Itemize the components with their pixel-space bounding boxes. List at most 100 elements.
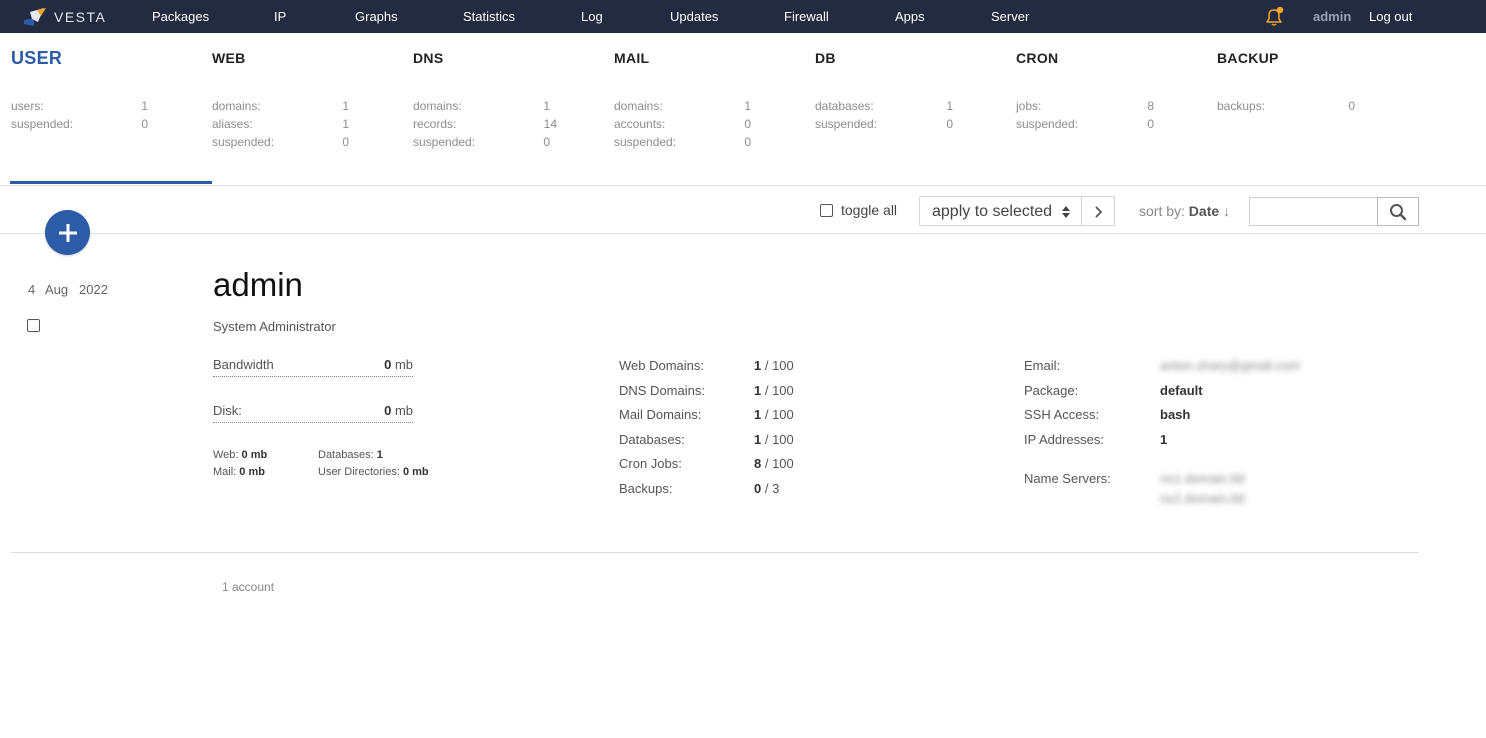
ip-label: IP Addresses: [1024,432,1104,447]
stat-value: 0 [342,135,349,149]
disk-databases: Databases: 1 [318,449,383,461]
nav-apps[interactable]: Apps [895,9,925,24]
stat-label: suspended: [614,135,677,149]
stat-label: suspended: [212,135,275,149]
vesta-logo[interactable]: VESTA [24,7,106,27]
ssh-value: bash [1160,407,1191,422]
chevron-right-icon[interactable] [1092,205,1104,219]
stats-title-backup[interactable]: BACKUP [1217,50,1279,66]
package-value: default [1160,383,1203,398]
stat-value: 0 [744,135,751,149]
date-month: Aug [45,282,69,297]
stat-value: 8 [1147,99,1154,113]
date-day: 4 [28,282,36,297]
ip-value: 1 [1160,432,1168,447]
stat-label: domains: [212,99,261,113]
limit-value: 1 / 100 [754,432,794,447]
nav-firewall[interactable]: Firewall [784,9,829,24]
divider [11,552,1419,553]
bandwidth-value: 0 mb [384,357,413,372]
stats-title-mail[interactable]: MAIL [614,50,649,66]
stat-value: 0 [1348,99,1355,113]
add-user-button[interactable] [45,210,90,255]
stat-value: 1 [744,99,751,113]
divider [0,185,1486,186]
plus-icon [58,223,77,242]
stats-title-dns[interactable]: DNS [413,50,443,66]
stat-label: records: [413,117,457,131]
limit-value: 8 / 100 [754,456,794,471]
stat-value: 1 [946,99,953,113]
apply-to-selected-select[interactable]: apply to selected [919,196,1115,226]
nav-graphs[interactable]: Graphs [355,9,398,24]
limit-value: 1 / 100 [754,383,794,398]
disk-mail: Mail: 0 mb [213,466,265,478]
divider [0,233,1486,234]
date-year: 2022 [79,282,108,297]
stat-label: domains: [413,99,462,113]
nav-updates[interactable]: Updates [670,9,718,24]
limit-label: Web Domains: [619,358,705,373]
bell-icon[interactable] [1263,6,1285,28]
nav-statistics[interactable]: Statistics [463,9,515,24]
user-name[interactable]: admin [213,266,303,304]
vesta-logo-icon [24,8,46,26]
stat-label: suspended: [815,117,878,131]
nav-user[interactable]: admin [1313,9,1351,24]
toggle-all[interactable]: toggle all [820,202,897,218]
toggle-all-checkbox[interactable] [820,203,833,217]
stat-value: 0 [744,117,751,131]
stats-title-web[interactable]: WEB [212,50,246,66]
stats-title-db[interactable]: DB [815,50,836,66]
limit-label: Backups: [619,481,673,496]
limit-value: 1 / 100 [754,407,794,422]
limit-value: 1 / 100 [754,358,794,373]
stat-label: suspended: [11,117,74,131]
nav-packages[interactable]: Packages [152,9,209,24]
stats-title-cron[interactable]: CRON [1016,50,1058,66]
sort-prefix: sort by: [1139,203,1185,219]
stat-label: suspended: [1016,117,1079,131]
stat-value: 14 [543,117,557,131]
limit-label: Cron Jobs: [619,456,682,471]
select-arrows-icon [1062,206,1070,218]
email-value: anton.shary@gmail.com [1160,358,1301,373]
ssh-label: SSH Access: [1024,407,1100,422]
stat-value: 0 [946,117,953,131]
nav-ip[interactable]: IP [274,9,286,24]
sort-arrow-icon[interactable]: ↓ [1223,203,1230,219]
account-count: 1 account [222,580,275,594]
disk-meter: Disk: 0 mb [213,403,413,423]
stat-label: aliases: [212,117,253,131]
nav-log[interactable]: Log [581,9,603,24]
stat-value: 1 [342,99,349,113]
top-navigation: VESTA Packages IP Graphs Statistics Log … [0,0,1486,33]
email-label: Email: [1024,358,1061,373]
active-tab-indicator [10,181,212,184]
user-role: System Administrator [213,319,336,334]
search-input[interactable] [1249,197,1379,226]
sort-field[interactable]: Date [1189,203,1219,219]
row-checkbox[interactable] [27,319,40,332]
disk-value: 0 mb [384,403,413,418]
stats-title-user[interactable]: USER [11,48,62,69]
logo-text: VESTA [54,9,107,25]
logout-link[interactable]: Log out [1369,9,1412,24]
sort-by[interactable]: sort by: Date ↓ [1139,203,1230,219]
toggle-all-label: toggle all [841,202,898,218]
stat-label: suspended: [413,135,476,149]
stat-label: users: [11,99,44,113]
stat-value: 1 [141,99,148,113]
limit-label: DNS Domains: [619,383,705,398]
package-label: Package: [1024,383,1079,398]
disk-web: Web: 0 mb [213,449,268,461]
name-server-2: ns2.domain.tld [1160,491,1245,506]
search-button[interactable] [1377,197,1419,226]
bandwidth-label: Bandwidth [213,357,274,372]
stat-label: databases: [815,99,874,113]
nav-server[interactable]: Server [991,9,1029,24]
name-server-1: ns1.domain.tld [1160,471,1245,486]
name-servers-label: Name Servers: [1024,471,1111,486]
disk-label: Disk: [213,403,242,418]
search-icon [1390,203,1407,220]
